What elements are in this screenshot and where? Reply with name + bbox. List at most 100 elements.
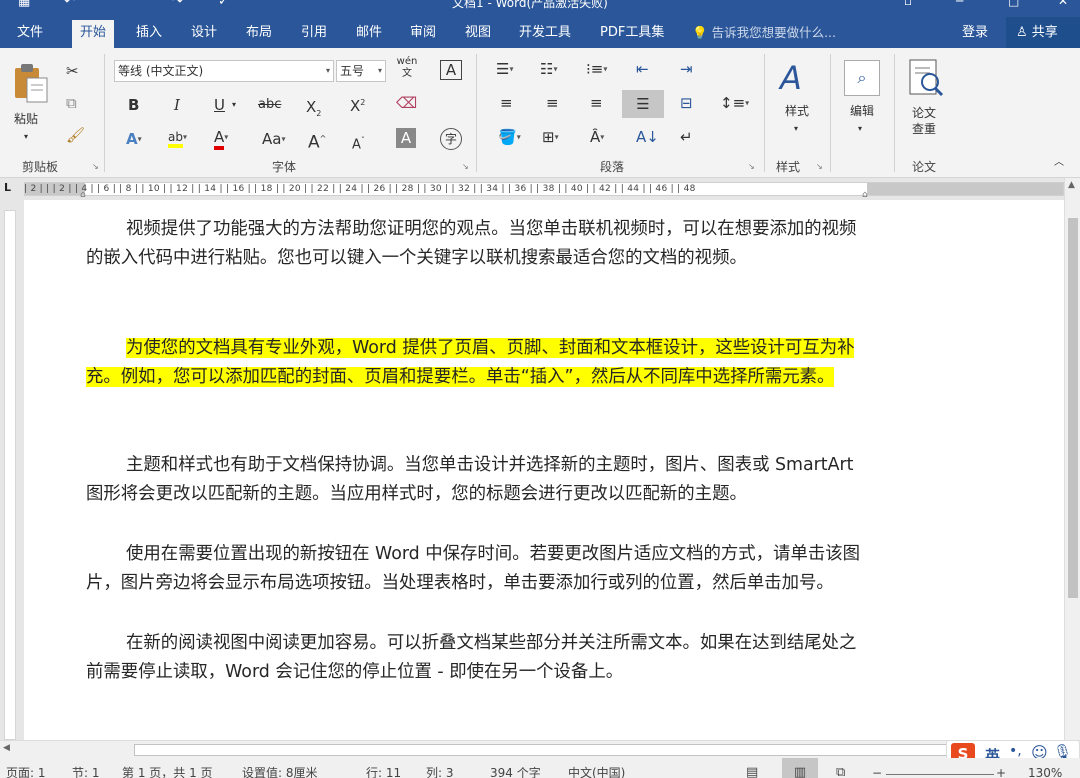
- paragraph-3[interactable]: 主题和样式也有助于文档保持协调。当您单击设计并选择新的主题时，图片、图表或 Sm…: [86, 451, 870, 510]
- redo-icon[interactable]: ↷: [172, 0, 183, 9]
- shrink-font-button[interactable]: Aˇ: [352, 130, 365, 152]
- tab-references[interactable]: 引用: [301, 12, 327, 48]
- align-right-icon[interactable]: ≡: [590, 92, 603, 114]
- line-spacing-icon[interactable]: ↕≡▾: [720, 92, 749, 114]
- status-pages[interactable]: 第 1 页，共 1 页: [122, 758, 213, 778]
- paragraph-5[interactable]: 在新的阅读视图中阅读更加容易。可以折叠文档某些部分并关注所需文本。如果在达到结尾…: [86, 629, 870, 688]
- status-column[interactable]: 列: 3: [426, 758, 454, 778]
- tab-file[interactable]: 文件: [17, 12, 43, 48]
- multilevel-list-icon[interactable]: ⁝≡▾: [586, 58, 607, 80]
- tab-pdf-tools[interactable]: PDF工具集: [600, 12, 664, 48]
- align-center-icon[interactable]: ≡: [546, 92, 559, 114]
- share-button[interactable]: ♙ 共享: [1006, 17, 1080, 48]
- tell-me-box[interactable]: 💡 告诉我您想要做什么...: [692, 12, 836, 48]
- numbering-icon[interactable]: ☷▾: [540, 58, 557, 80]
- styles-icon[interactable]: A: [780, 58, 802, 98]
- align-left-icon[interactable]: ≡: [500, 92, 513, 114]
- chevron-down-icon[interactable]: ▾: [858, 118, 862, 140]
- clipboard-launcher-icon[interactable]: ↘: [92, 162, 99, 171]
- font-name-combo[interactable]: 等线 (中文正文) ▾: [114, 60, 334, 82]
- chevron-down-icon[interactable]: ▾: [794, 118, 798, 140]
- sort-icon[interactable]: A↓: [636, 126, 659, 148]
- grow-font-button[interactable]: A^: [308, 128, 326, 153]
- superscript-button[interactable]: X2: [350, 92, 365, 115]
- status-word-count[interactable]: 394 个字: [490, 758, 541, 778]
- scroll-left-icon[interactable]: ◀: [3, 743, 10, 753]
- tab-view[interactable]: 视图: [465, 12, 491, 48]
- change-case-button[interactable]: Aa▾: [262, 128, 285, 150]
- highlight-color-icon[interactable]: ab▾: [168, 126, 187, 148]
- paragraph-2-highlighted[interactable]: 为使您的文档具有专业外观，Word 提供了页眉、页脚、封面和文本框设计，这些设计…: [86, 334, 870, 393]
- ribbon-display-icon[interactable]: ▫: [904, 0, 912, 8]
- status-setting[interactable]: 设置值: 8厘米: [242, 758, 318, 778]
- clear-formatting-icon[interactable]: ⌫: [396, 92, 417, 114]
- status-line[interactable]: 行: 11: [366, 758, 401, 778]
- status-section[interactable]: 节: 1: [72, 758, 100, 778]
- horizontal-scrollbar[interactable]: ◀: [0, 740, 1080, 758]
- zoom-out-icon[interactable]: −: [872, 758, 882, 778]
- right-indent-marker-icon[interactable]: ⌂: [862, 190, 868, 200]
- undo-icon[interactable]: ↶: [64, 0, 75, 9]
- tab-review[interactable]: 审阅: [410, 12, 436, 48]
- character-border-icon[interactable]: A: [440, 60, 462, 80]
- close-icon[interactable]: ✕: [1058, 0, 1068, 8]
- zoom-in-icon[interactable]: +: [996, 758, 1006, 778]
- horizontal-scroll-thumb[interactable]: [134, 744, 964, 756]
- save-icon[interactable]: ▦: [18, 0, 30, 9]
- tab-design[interactable]: 设计: [191, 12, 217, 48]
- font-color-icon[interactable]: A▾: [214, 126, 228, 150]
- borders-icon[interactable]: ⊞▾: [542, 126, 559, 148]
- distributed-icon[interactable]: ⊟: [680, 92, 693, 114]
- status-page[interactable]: 页面: 1: [6, 758, 46, 778]
- paste-dropdown-icon[interactable]: ▾: [24, 126, 28, 148]
- print-layout-icon[interactable]: ▥: [782, 758, 818, 778]
- vertical-scroll-thumb[interactable]: [1068, 218, 1078, 598]
- copy-icon[interactable]: ⧉: [66, 92, 77, 114]
- tab-insert[interactable]: 插入: [136, 12, 162, 48]
- font-size-combo[interactable]: 五号 ▾: [336, 60, 386, 82]
- increase-indent-icon[interactable]: ⇥: [680, 58, 693, 80]
- indent-marker-icon[interactable]: ⌂: [80, 190, 86, 200]
- decrease-indent-icon[interactable]: ⇤: [636, 58, 649, 80]
- paper-check-icon[interactable]: [908, 58, 946, 98]
- styles-launcher-icon[interactable]: ↘: [816, 162, 823, 171]
- tab-home[interactable]: 开始: [72, 20, 115, 48]
- zoom-level[interactable]: 130%: [1028, 758, 1062, 778]
- tab-selector-icon[interactable]: L: [4, 181, 11, 194]
- search-icon[interactable]: ⌕: [844, 60, 880, 96]
- paragraph-launcher-icon[interactable]: ↘: [748, 162, 755, 171]
- bullets-icon[interactable]: ☰▾: [496, 58, 513, 80]
- tab-developer[interactable]: 开发工具: [519, 12, 571, 48]
- zoom-slider[interactable]: [886, 774, 994, 775]
- text-effects-icon[interactable]: A▾: [126, 128, 142, 150]
- status-language[interactable]: 中文(中国): [568, 758, 625, 778]
- show-marks-icon[interactable]: ↵: [680, 126, 693, 148]
- scroll-up-icon[interactable]: ▲: [1068, 180, 1075, 190]
- vertical-scrollbar[interactable]: ▲: [1064, 178, 1080, 740]
- asian-layout-icon[interactable]: Ȃ▾: [590, 126, 604, 148]
- strikethrough-button[interactable]: abc: [258, 94, 281, 116]
- document-page[interactable]: 视频提供了功能强大的方法帮助您证明您的观点。当您单击联机视频时，可以在想要添加的…: [24, 200, 1064, 740]
- read-mode-icon[interactable]: ▤: [746, 758, 758, 778]
- format-painter-icon[interactable]: 🖌: [66, 124, 85, 146]
- paragraph-4[interactable]: 使用在需要位置出现的新按钮在 Word 中保存时间。若要更改图片适应文档的方式，…: [86, 540, 870, 599]
- paste-icon[interactable]: [12, 62, 50, 104]
- subscript-button[interactable]: X2: [306, 96, 321, 118]
- tab-layout[interactable]: 布局: [246, 12, 272, 48]
- collapse-ribbon-icon[interactable]: ︿: [1054, 152, 1064, 174]
- shading-icon[interactable]: 🪣▾: [498, 126, 521, 148]
- justify-icon[interactable]: ☰: [622, 90, 664, 118]
- minimize-icon[interactable]: ─: [956, 0, 963, 8]
- web-layout-icon[interactable]: ⧉: [836, 758, 845, 778]
- check-icon[interactable]: ✓: [218, 0, 229, 9]
- phonetic-guide-icon[interactable]: wén 文: [396, 56, 418, 82]
- chevron-down-icon[interactable]: ▾: [232, 94, 236, 116]
- tab-mailings[interactable]: 邮件: [356, 12, 382, 48]
- cut-icon[interactable]: ✂: [66, 60, 79, 82]
- maximize-icon[interactable]: □: [1008, 0, 1019, 8]
- enclose-characters-icon[interactable]: 字: [440, 128, 462, 150]
- bold-button[interactable]: B: [128, 94, 139, 116]
- paragraph-1[interactable]: 视频提供了功能强大的方法帮助您证明您的观点。当您单击联机视频时，可以在想要添加的…: [86, 215, 870, 274]
- paper-check-label2[interactable]: 查重: [912, 118, 936, 140]
- punctuation-icon[interactable]: •,: [1009, 743, 1022, 759]
